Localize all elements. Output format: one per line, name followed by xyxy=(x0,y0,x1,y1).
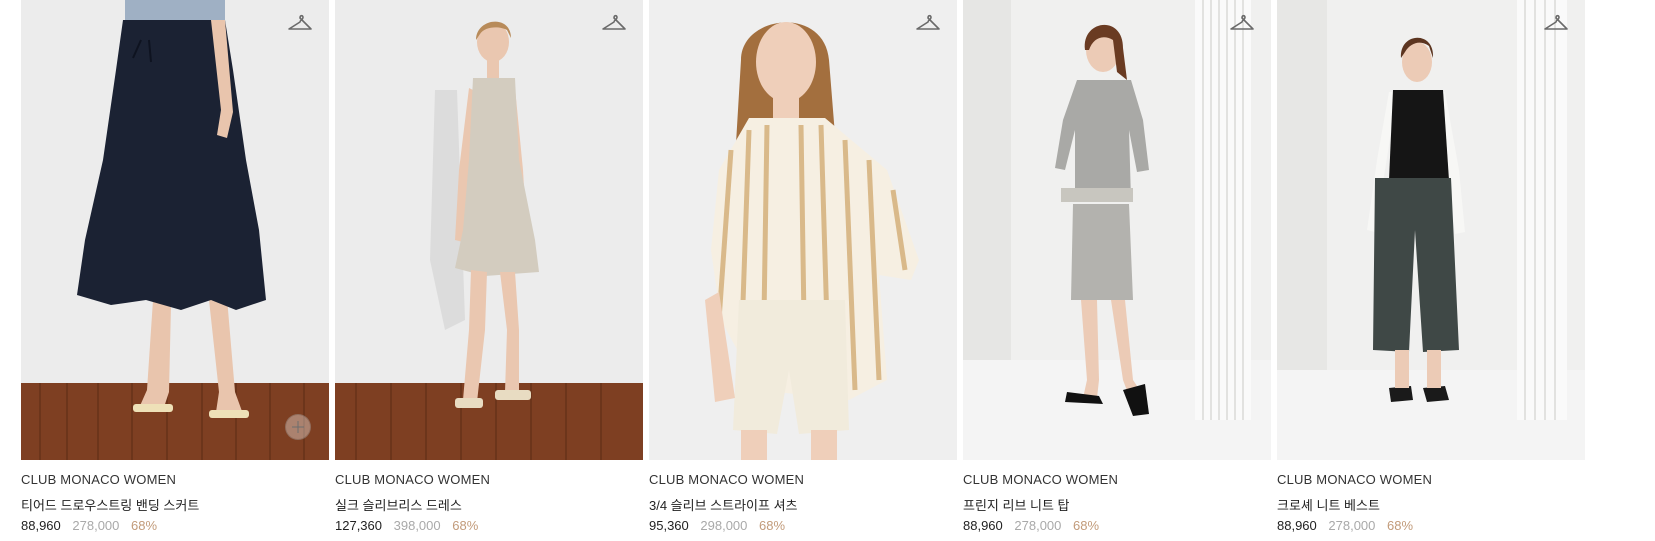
product-link[interactable]: CLUB MONACO WOMEN 크로셰 니트 베스트 xyxy=(1277,472,1585,513)
product-link[interactable]: CLUB MONACO WOMEN 3/4 슬리브 스트라이프 셔츠 xyxy=(649,472,957,513)
product-card[interactable]: CLUB MONACO WOMEN 실크 슬리브리스 드레스 127,360 3… xyxy=(335,0,643,541)
discount-rate: 68% xyxy=(759,518,786,533)
sale-price: 88,960 xyxy=(963,518,1003,533)
product-card[interactable]: CLUB MONACO WOMEN 크로셰 니트 베스트 88,960 278,… xyxy=(1277,0,1585,541)
product-image[interactable] xyxy=(1277,0,1585,460)
product-name[interactable]: 실크 슬리브리스 드레스 xyxy=(335,495,643,513)
original-price: 278,000 xyxy=(72,518,120,533)
product-photo[interactable] xyxy=(963,0,1271,460)
product-image[interactable] xyxy=(335,0,643,460)
product-name[interactable]: 3/4 슬리브 스트라이프 셔츠 xyxy=(649,495,957,513)
hanger-icon[interactable] xyxy=(915,12,941,34)
sale-price: 127,360 xyxy=(335,518,382,533)
sale-price: 88,960 xyxy=(1277,518,1317,533)
product-name[interactable]: 티어드 드로우스트링 밴딩 스커트 xyxy=(21,495,329,513)
product-photo[interactable] xyxy=(649,0,957,460)
product-price: 88,960 278,000 68% xyxy=(1277,518,1585,536)
product-brand: CLUB MONACO WOMEN xyxy=(21,472,177,487)
product-price: 95,360 298,000 68% xyxy=(649,518,957,536)
product-brand: CLUB MONACO WOMEN xyxy=(963,472,1119,487)
product-photo[interactable] xyxy=(1277,0,1585,460)
discount-rate: 68% xyxy=(131,518,158,533)
product-photo[interactable] xyxy=(21,0,329,460)
product-brand: CLUB MONACO WOMEN xyxy=(649,472,805,487)
sale-price: 88,960 xyxy=(21,518,61,533)
discount-rate: 68% xyxy=(1387,518,1414,533)
product-brand: CLUB MONACO WOMEN xyxy=(1277,472,1433,487)
product-image[interactable] xyxy=(21,0,329,460)
sale-price: 95,360 xyxy=(649,518,689,533)
product-image[interactable] xyxy=(649,0,957,460)
discount-rate: 68% xyxy=(1073,518,1100,533)
product-price: 127,360 398,000 68% xyxy=(335,518,643,536)
discount-rate: 68% xyxy=(452,518,479,533)
product-price: 88,960 278,000 68% xyxy=(963,518,1271,536)
product-card[interactable]: CLUB MONACO WOMEN 티어드 드로우스트링 밴딩 스커트 88,9… xyxy=(21,0,329,541)
product-card[interactable]: CLUB MONACO WOMEN 3/4 슬리브 스트라이프 셔츠 95,36… xyxy=(649,0,957,541)
product-link[interactable]: CLUB MONACO WOMEN 실크 슬리브리스 드레스 xyxy=(335,472,643,513)
product-image[interactable] xyxy=(963,0,1271,460)
plus-icon[interactable] xyxy=(285,414,311,440)
product-card[interactable]: CLUB MONACO WOMEN 프린지 리브 니트 탑 88,960 278… xyxy=(963,0,1271,541)
product-photo[interactable] xyxy=(335,0,643,460)
hanger-icon[interactable] xyxy=(287,12,313,34)
product-brand: CLUB MONACO WOMEN xyxy=(335,472,491,487)
product-name[interactable]: 프린지 리브 니트 탑 xyxy=(963,495,1271,513)
original-price: 278,000 xyxy=(1014,518,1062,533)
product-link[interactable]: CLUB MONACO WOMEN 프린지 리브 니트 탑 xyxy=(963,472,1271,513)
hanger-icon[interactable] xyxy=(1543,12,1569,34)
original-price: 398,000 xyxy=(393,518,441,533)
product-name[interactable]: 크로셰 니트 베스트 xyxy=(1277,495,1585,513)
original-price: 278,000 xyxy=(1328,518,1376,533)
product-price: 88,960 278,000 68% xyxy=(21,518,329,536)
product-link[interactable]: CLUB MONACO WOMEN 티어드 드로우스트링 밴딩 스커트 xyxy=(21,472,329,513)
product-grid: CLUB MONACO WOMEN 티어드 드로우스트링 밴딩 스커트 88,9… xyxy=(0,0,1655,541)
original-price: 298,000 xyxy=(700,518,748,533)
hanger-icon[interactable] xyxy=(601,12,627,34)
hanger-icon[interactable] xyxy=(1229,12,1255,34)
